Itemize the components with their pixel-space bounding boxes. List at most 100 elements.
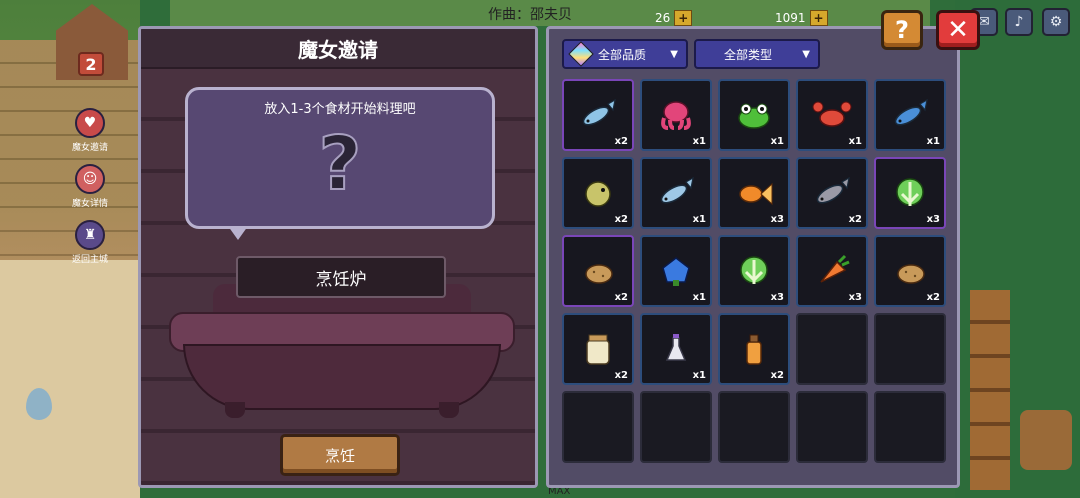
- pot-foot: [439, 402, 459, 418]
- item-count: x2: [926, 292, 940, 303]
- empty-slot: [796, 391, 868, 463]
- item-count: x3: [926, 214, 940, 225]
- log-fence: [970, 290, 1010, 490]
- empty-slot: [874, 313, 946, 385]
- item-count: x2: [614, 136, 628, 147]
- ingredient-slot-small-bottle[interactable]: x1: [640, 313, 712, 385]
- item-count: x2: [848, 214, 862, 225]
- item-count: x1: [926, 136, 940, 147]
- empty-slot: [640, 391, 712, 463]
- sand-area: [0, 260, 140, 498]
- item-count: x2: [614, 214, 628, 225]
- panel-title: 魔女邀请: [141, 29, 535, 69]
- stove-label: 烹饪炉: [236, 256, 446, 298]
- chevron-down-icon: ▼: [802, 48, 810, 60]
- ingredient-slot-red-crab[interactable]: x1: [796, 79, 868, 151]
- ingredient-slot-pufferfish[interactable]: x2: [562, 157, 634, 229]
- empty-slot: [796, 313, 868, 385]
- ingredient-inventory-panel: 全部品质 ▼ 全部类型 ▼ x2 x1 x1 x1 x1 x2 x1 x3 x2…: [546, 26, 960, 488]
- ingredient-slot-cabbage[interactable]: x3: [874, 157, 946, 229]
- ingredient-slot-blue-fish[interactable]: x2: [562, 79, 634, 151]
- chevron-down-icon: ▼: [670, 48, 678, 60]
- witch-invite-panel: 魔女邀请 放入1-3个食材开始料理吧 ? 烹饪炉 烹饪: [138, 26, 538, 488]
- ingredient-slot-potato[interactable]: x2: [562, 235, 634, 307]
- item-count: x2: [614, 370, 628, 381]
- side-button-witch-invite[interactable]: ♥ 魔女邀请: [62, 108, 118, 153]
- small-bottle-icon: [665, 334, 687, 361]
- music-credit: 作曲：邵夫贝: [488, 7, 572, 23]
- type-filter-dropdown[interactable]: 全部类型 ▼: [694, 39, 820, 69]
- green-frog-icon: [738, 103, 770, 129]
- tree-stump: [1020, 410, 1072, 470]
- item-count: x2: [770, 370, 784, 381]
- item-count: x2: [614, 292, 628, 303]
- ingredient-slot-jar[interactable]: x2: [562, 313, 634, 385]
- item-count: x1: [770, 136, 784, 147]
- blue-flower-icon: [662, 257, 690, 286]
- add-currency-1-button[interactable]: +: [674, 10, 693, 26]
- ingredient-slot-carrot[interactable]: x3: [796, 235, 868, 307]
- currency-2: 1091 +: [775, 10, 828, 26]
- speech-bubble: 放入1-3个食材开始料理吧 ?: [185, 87, 495, 240]
- witch-icon: ☺: [75, 164, 105, 194]
- ingredient-slot-goldfish[interactable]: x3: [718, 157, 790, 229]
- grey-fish-icon: [816, 176, 850, 204]
- cabbage-icon: [896, 178, 924, 206]
- ingredient-slot-jumping-fish[interactable]: x1: [874, 79, 946, 151]
- side-button-return-city[interactable]: ♜ 返回主城: [62, 220, 118, 265]
- add-currency-2-button[interactable]: +: [809, 10, 828, 26]
- rainbow-gem-icon: [568, 41, 594, 67]
- side-button-witch-details[interactable]: ☺ 魔女详情: [62, 164, 118, 209]
- item-count: x3: [770, 292, 784, 303]
- cooking-hint: 放入1-3个食材开始料理吧: [264, 102, 416, 117]
- sound-icon[interactable]: ♪: [1005, 8, 1033, 36]
- house-level-badge: 2: [78, 52, 104, 76]
- pot-body: [183, 344, 501, 410]
- currency-1: 26 +: [655, 10, 693, 26]
- bok-choy-icon: [740, 256, 768, 284]
- quality-filter-dropdown[interactable]: 全部品质 ▼: [562, 39, 688, 69]
- ingredient-slot-potion[interactable]: x2: [718, 313, 790, 385]
- cook-button[interactable]: 烹饪: [280, 434, 400, 476]
- close-button[interactable]: ✕: [936, 10, 980, 50]
- jar-icon: [586, 334, 610, 365]
- ingredient-slot-blue-flower[interactable]: x1: [640, 235, 712, 307]
- empty-slot: [718, 391, 790, 463]
- cooking-pot[interactable]: [169, 284, 515, 424]
- empty-slot: [562, 391, 634, 463]
- ingredient-slot-grey-fish[interactable]: x2: [796, 157, 868, 229]
- heart-icon: ♥: [75, 108, 105, 138]
- item-count: x3: [848, 292, 862, 303]
- goldfish-icon: [739, 182, 773, 206]
- potion-icon: [746, 334, 762, 365]
- ingredient-slot-potato-2[interactable]: x2: [874, 235, 946, 307]
- help-button[interactable]: ?: [881, 10, 923, 50]
- pink-octopus-icon: [661, 101, 691, 130]
- potato-icon: [585, 264, 613, 284]
- item-count: x1: [692, 370, 706, 381]
- side-button-label: 魔女邀请: [71, 143, 108, 153]
- ingredient-grid: x2 x1 x1 x1 x1 x2 x1 x3 x2 x3 x2 x1 x3 x…: [562, 79, 946, 463]
- item-count: x1: [692, 214, 706, 225]
- ingredient-slot-bok-choy[interactable]: x3: [718, 235, 790, 307]
- item-count: x1: [692, 292, 706, 303]
- empty-slot: [874, 391, 946, 463]
- pot-foot: [225, 402, 245, 418]
- carrot-icon: [820, 254, 850, 283]
- ingredient-slot-pink-octopus[interactable]: x1: [640, 79, 712, 151]
- question-mark-icon: ?: [318, 121, 363, 207]
- red-crab-icon: [812, 101, 852, 127]
- settings-gear-icon[interactable]: ⚙: [1042, 8, 1070, 36]
- small-fish-icon: [660, 176, 694, 204]
- item-count: x1: [692, 136, 706, 147]
- potato-2-icon: [897, 264, 925, 284]
- side-button-label: 返回主城: [71, 255, 108, 265]
- ingredient-slot-small-fish[interactable]: x1: [640, 157, 712, 229]
- water-drop-icon: [26, 388, 52, 420]
- jumping-fish-icon: [894, 98, 928, 126]
- castle-icon: ♜: [75, 220, 105, 250]
- item-count: x1: [848, 136, 862, 147]
- blue-fish-icon: [582, 98, 616, 126]
- item-count: x3: [770, 214, 784, 225]
- ingredient-slot-green-frog[interactable]: x1: [718, 79, 790, 151]
